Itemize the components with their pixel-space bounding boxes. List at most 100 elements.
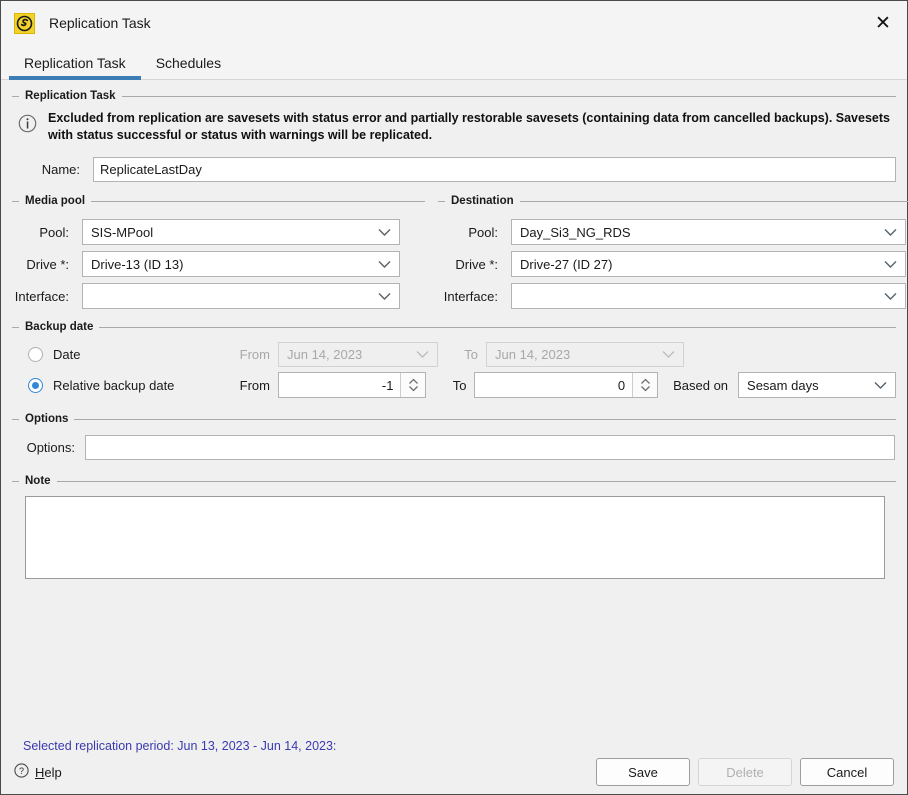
group-rule-right (74, 418, 896, 420)
group-options: Options Options: (12, 412, 896, 460)
tab-bar: Replication Task Schedules (1, 45, 907, 80)
chevron-down-icon (378, 228, 391, 237)
backup-date-relative-row: Relative backup date From -1 To 0 Based … (12, 372, 896, 398)
radio-relative-backup-date[interactable] (28, 377, 43, 393)
media-pool-label: Pool: (39, 224, 69, 240)
group-options-title: Options (25, 413, 69, 425)
based-on-label: Based on (673, 377, 729, 393)
group-replication-task-header: Replication Task (12, 89, 896, 103)
based-on-value: Sesam days (747, 377, 819, 393)
info-circle-icon (18, 114, 37, 136)
media-drive-select-value: Drive-13 (ID 13) (91, 256, 184, 272)
chevron-down-icon (874, 381, 887, 390)
group-rule-left (12, 95, 19, 97)
group-destination-header: Destination (438, 194, 908, 208)
relative-to-label: To (452, 377, 467, 393)
group-backup-date: Backup date Date From Jun 14, 2023 To Ju… (12, 320, 896, 398)
destination-drive-label: Drive *: (455, 256, 498, 272)
media-drive-select[interactable]: Drive-13 (ID 13) (82, 251, 400, 277)
group-rule-right (519, 200, 908, 202)
group-rule-right (56, 480, 896, 482)
tab-schedules-label: Schedules (155, 54, 222, 71)
destination-interface-select[interactable] (511, 283, 906, 309)
dialog-content: Replication Task Excluded from replicati… (1, 80, 908, 794)
destination-drive-row: Drive *: Drive-27 (ID 27) (438, 251, 908, 277)
date-to-select: Jun 14, 2023 (486, 342, 684, 367)
media-drive-label: Drive *: (26, 256, 69, 272)
chevron-down-icon (662, 350, 675, 359)
date-to-value: Jun 14, 2023 (495, 347, 571, 362)
group-rule-left (12, 418, 19, 420)
relative-from-stepper-buttons[interactable] (400, 373, 426, 397)
destination-interface-label: Interface: (443, 288, 498, 304)
media-pool-row: Pool: SIS-MPool (12, 219, 425, 245)
help-mnemonic: H (35, 764, 45, 780)
backup-date-absolute-row: Date From Jun 14, 2023 To Jun 14, 2023 (12, 342, 896, 367)
close-icon[interactable]: ✕ (859, 1, 907, 45)
radio-date[interactable] (28, 347, 43, 362)
radio-date-label: Date (53, 347, 81, 362)
media-pool-select[interactable]: SIS-MPool (82, 219, 400, 245)
date-to-label: To (464, 347, 478, 362)
chevron-down-icon (884, 260, 897, 269)
footer-buttons: Save Delete Cancel (596, 758, 894, 786)
destination-pool-select-value: Day_Si3_NG_RDS (520, 224, 631, 240)
radio-relative-backup-date-label: Relative backup date (53, 377, 175, 393)
chevron-down-icon (378, 260, 391, 269)
media-interface-select[interactable] (82, 283, 400, 309)
relative-from-stepper[interactable]: -1 (278, 372, 427, 398)
relative-to-value[interactable]: 0 (475, 373, 632, 397)
group-rule-left (12, 326, 19, 328)
media-interface-label: Interface: (14, 288, 69, 304)
group-replication-task-title: Replication Task (25, 90, 116, 102)
destination-interface-row: Interface: (438, 283, 908, 309)
date-from-value: Jun 14, 2023 (287, 347, 363, 362)
destination-drive-select[interactable]: Drive-27 (ID 27) (511, 251, 906, 277)
group-rule-left (438, 200, 445, 202)
destination-pool-row: Pool: Day_Si3_NG_RDS (438, 219, 908, 245)
relative-from-value[interactable]: -1 (279, 373, 400, 397)
title-bar: Replication Task ✕ (1, 1, 907, 45)
date-from-select: Jun 14, 2023 (278, 342, 438, 367)
info-message-text: Excluded from replication are savesets w… (48, 111, 890, 142)
note-textarea[interactable] (25, 496, 885, 579)
window-title: Replication Task (49, 15, 151, 31)
tab-replication-task-label: Replication Task (24, 54, 126, 71)
destination-pool-select[interactable]: Day_Si3_NG_RDS (511, 219, 906, 245)
group-rule-right (121, 95, 896, 97)
help-label: Help (35, 765, 62, 780)
question-circle-icon: ? (14, 763, 29, 781)
chevron-down-icon (884, 228, 897, 237)
chevron-down-icon (378, 292, 391, 301)
options-input[interactable] (85, 435, 895, 460)
group-note-title: Note (25, 475, 51, 487)
group-backup-date-header: Backup date (12, 320, 896, 334)
cancel-button[interactable]: Cancel (800, 758, 894, 786)
replication-task-dialog: Replication Task ✕ Replication Task Sche… (0, 0, 908, 795)
dialog-footer: ? Help Save Delete Cancel (1, 750, 907, 794)
svg-text:?: ? (19, 766, 24, 776)
tab-schedules[interactable]: Schedules (141, 45, 236, 80)
name-input[interactable]: ReplicateLastDay (93, 157, 896, 182)
relative-to-stepper[interactable]: 0 (474, 372, 659, 398)
help-link[interactable]: ? Help (14, 763, 62, 781)
group-destination-title: Destination (451, 195, 514, 207)
group-destination: Destination Pool: Day_Si3_NG_RDS Drive *… (438, 194, 908, 309)
group-note: Note (12, 474, 896, 579)
sesam-logo-icon (14, 12, 35, 34)
pools-section: Media pool Pool: SIS-MPool Drive *: Driv… (12, 194, 908, 309)
group-media-pool-title: Media pool (25, 195, 86, 207)
destination-pool-label: Pool: (468, 224, 498, 240)
name-label: Name: (41, 162, 80, 177)
tab-replication-task[interactable]: Replication Task (9, 45, 141, 80)
group-rule-left (12, 480, 19, 482)
group-media-pool: Media pool Pool: SIS-MPool Drive *: Driv… (12, 194, 425, 309)
info-message: Excluded from replication are savesets w… (12, 110, 896, 144)
media-pool-select-value: SIS-MPool (91, 224, 154, 240)
relative-to-stepper-buttons[interactable] (632, 373, 658, 397)
save-button[interactable]: Save (596, 758, 690, 786)
group-rule-right (91, 200, 425, 202)
chevron-down-icon (416, 350, 429, 359)
based-on-select[interactable]: Sesam days (738, 372, 896, 398)
help-rest: elp (44, 764, 62, 780)
